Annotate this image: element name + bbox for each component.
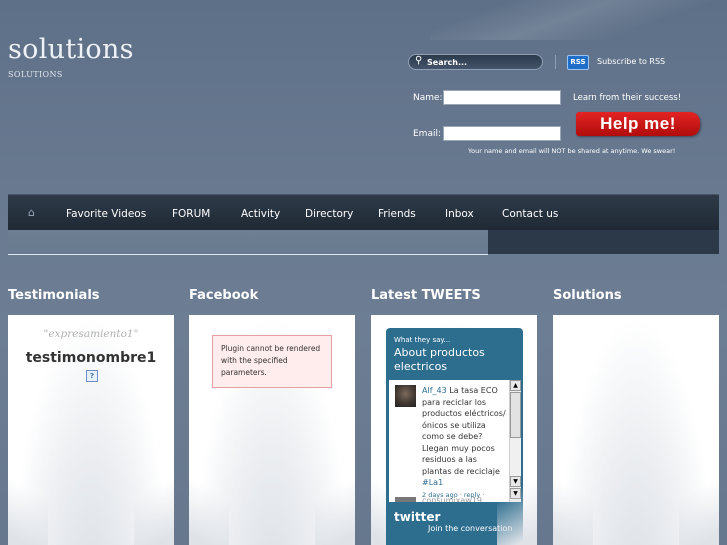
name-label: Name: [413,93,443,103]
divider [555,55,556,69]
twitter-widget-subtitle: What they say... [394,336,451,344]
testimonial-name: testimonombre1 [25,350,157,366]
learn-text: Learn from their success! [573,93,682,103]
scroll-down-icon[interactable]: ▼ [510,476,521,487]
nav-item-directory[interactable]: Directory [305,208,353,220]
nav-item-forum[interactable]: FORUM [172,208,210,220]
twitter-logo[interactable]: twitter [394,510,440,524]
scroll-up-icon[interactable]: ▲ [510,380,521,391]
facebook-plugin-error: Plugin cannot be rendered with the speci… [212,335,332,388]
nav-item-favorite-videos[interactable]: Favorite Videos [66,208,146,220]
subscribe-rss-link[interactable]: Subscribe to RSS [597,57,665,66]
header-sheen [430,0,727,40]
tweet-item: Alf_43 La tasa ECO para reciclar los pro… [422,385,506,501]
tweet-user-link[interactable]: Alf_43 [422,386,447,395]
nav-subbar-highlight [8,230,488,255]
testimonial-quote: "expresamiento1" [43,328,139,340]
email-field[interactable] [443,126,561,141]
broken-image-icon: ? [86,370,98,382]
site-title[interactable]: solutions [8,34,134,65]
tweets-panel: What they say... About productos electri… [371,315,537,545]
facebook-panel: Plugin cannot be rendered with the speci… [189,315,355,545]
join-conversation-link[interactable]: Join the conversation [428,524,512,533]
tweets-heading: Latest TWEETS [371,288,481,303]
nav-item-friends[interactable]: Friends [378,208,416,220]
avatar[interactable] [395,385,416,407]
twitter-widget-title: About productos electricos [394,346,485,373]
tweet-next-user[interactable]: consumixaw19 [422,496,482,502]
avatar[interactable] [395,497,416,502]
email-label: Email: [413,129,442,139]
solutions-heading: Solutions [553,288,622,303]
facebook-heading: Facebook [189,288,259,303]
search-input[interactable] [427,56,537,68]
name-field[interactable] [443,90,561,105]
tweet-hashtag-link[interactable]: #La1 [422,478,443,487]
twitter-widget: What they say... About productos electri… [386,328,523,545]
site-tagline: SOLUTIONS [8,70,63,79]
home-icon[interactable]: ⌂ [28,206,35,219]
tweet-text: La tasa ECO para reciclar los productos … [422,386,506,476]
tweet-list[interactable]: Alf_43 La tasa ECO para reciclar los pro… [389,380,521,502]
testimonials-panel: "expresamiento1" testimonombre1 ? [8,315,174,545]
nav-item-inbox[interactable]: Inbox [445,208,474,220]
search-icon[interactable]: ⚲ [415,55,422,66]
help-me-button[interactable]: Help me! [576,112,700,136]
nav-item-contact-us[interactable]: Contact us [502,208,558,220]
rss-icon[interactable]: RSS [567,55,589,70]
scroll-down-icon[interactable]: ▼ [510,488,521,499]
privacy-note: Your name and email will NOT be shared a… [468,147,676,155]
tweet-scrollbar[interactable]: ▲ ▼ ▼ [509,380,521,502]
search-box[interactable]: ⚲ [408,54,543,70]
testimonials-heading: Testimonials [8,288,100,303]
scroll-thumb[interactable] [510,392,521,438]
solutions-panel [553,315,719,545]
nav-item-activity[interactable]: Activity [241,208,280,220]
